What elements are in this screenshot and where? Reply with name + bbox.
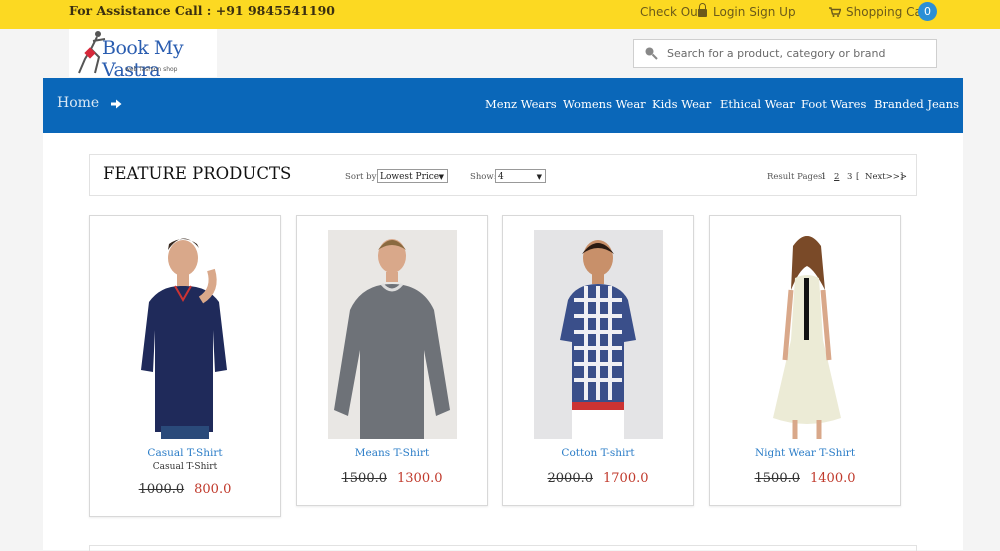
product-card[interactable]: Cotton T-shirt 2000.0 1700.0 (502, 215, 694, 506)
product-card[interactable]: Means T-Shirt 1500.0 1300.0 (296, 215, 488, 506)
feature-products-title: FEATURE PRODUCTS (103, 164, 292, 183)
sale-price: 1400.0 (810, 471, 856, 486)
dropdown-arrow-icon: ▼ (438, 173, 444, 181)
header: Book My Vastra web fashion shop (0, 29, 1000, 81)
nav-home[interactable]: Home (57, 95, 99, 111)
shopping-cart-link[interactable]: Shopping Cart (829, 5, 932, 19)
logo[interactable]: Book My Vastra web fashion shop (69, 29, 217, 81)
product-name[interactable]: Means T-Shirt (297, 447, 487, 459)
page-link-3[interactable]: 3 (847, 172, 852, 182)
product-card[interactable]: Casual T-Shirt Casual T-Shirt 1000.0 800.… (89, 215, 281, 517)
old-price: 1000.0 (138, 482, 185, 497)
product-image-man-sweater[interactable] (328, 230, 457, 439)
page-link-2[interactable]: 2 (834, 172, 839, 182)
product-prices: 1500.0 1300.0 (297, 471, 487, 486)
assistance-phone: For Assistance Call : +91 9845541190 (69, 3, 335, 18)
top-bar: For Assistance Call : +91 9845541190 Che… (0, 0, 1000, 29)
lock-icon (698, 3, 707, 17)
cart-icon (829, 7, 841, 17)
dropdown-arrow-icon: ▼ (536, 173, 542, 181)
logo-tagline: web fashion shop (125, 66, 178, 73)
sort-select[interactable]: Lowest Price ▼ (377, 169, 448, 183)
sort-select-value: Lowest Price (380, 172, 440, 182)
product-subtitle: Casual T-Shirt (152, 462, 218, 472)
result-pages-label: Result Pages: (767, 172, 826, 182)
sale-price: 800.0 (194, 482, 232, 497)
checkout-link[interactable]: Check Out (640, 5, 702, 19)
search-input[interactable] (667, 40, 929, 67)
nav-item-womens-wear[interactable]: Womens Wear (563, 97, 646, 111)
product-name[interactable]: Night Wear T-Shirt (710, 447, 900, 459)
product-image-boy-checked-shirt[interactable] (534, 230, 663, 439)
next-section-edge (89, 545, 917, 551)
login-signup-label: Login Sign Up (713, 5, 796, 19)
product-prices: 1000.0 800.0 (90, 482, 280, 497)
login-signup-link[interactable]: Login Sign Up (698, 3, 796, 19)
old-price: 2000.0 (547, 471, 594, 486)
nav-item-kids-wear[interactable]: Kids Wear (652, 97, 711, 111)
arrow-right-icon[interactable] (111, 99, 122, 109)
sale-price: 1300.0 (397, 471, 443, 486)
product-prices: 1500.0 1400.0 (710, 471, 900, 486)
pagination-bracket-close: ] (900, 172, 904, 182)
product-image-man-polo[interactable] (121, 230, 250, 439)
show-label: Show: (470, 172, 497, 182)
nav-item-menz-wears[interactable]: Menz Wears (485, 97, 557, 111)
nav-item-branded-jeans[interactable]: Branded Jeans (874, 97, 959, 111)
page-link-1[interactable]: 1 (821, 172, 826, 182)
nav-item-ethical-wear[interactable]: Ethical Wear (720, 97, 795, 111)
feature-products-toolbar: FEATURE PRODUCTS Sort by: Lowest Price ▼… (89, 154, 917, 196)
sort-by-label: Sort by: (345, 172, 380, 182)
nav-item-foot-wares[interactable]: Foot Wares (801, 97, 866, 111)
main-nav: Home Menz Wears Womens Wear Kids Wear Et… (43, 78, 963, 133)
old-price: 1500.0 (341, 471, 388, 486)
show-select[interactable]: 4 ▼ (495, 169, 546, 183)
search-icon (645, 47, 658, 60)
product-name[interactable]: Cotton T-shirt (503, 447, 693, 459)
sale-price: 1700.0 (603, 471, 649, 486)
product-image-woman-dress[interactable] (741, 230, 870, 439)
logo-text: Book My Vastra (102, 37, 184, 81)
cart-count-badge[interactable]: 0 (918, 2, 937, 21)
product-card[interactable]: Night Wear T-Shirt 1500.0 1400.0 (709, 215, 901, 506)
product-name[interactable]: Casual T-Shirt (90, 447, 280, 459)
product-prices: 2000.0 1700.0 (503, 471, 693, 486)
old-price: 1500.0 (754, 471, 801, 486)
pagination-bracket-open: [ (856, 172, 860, 182)
search-box[interactable] (633, 39, 937, 68)
show-select-value: 4 (498, 172, 504, 182)
